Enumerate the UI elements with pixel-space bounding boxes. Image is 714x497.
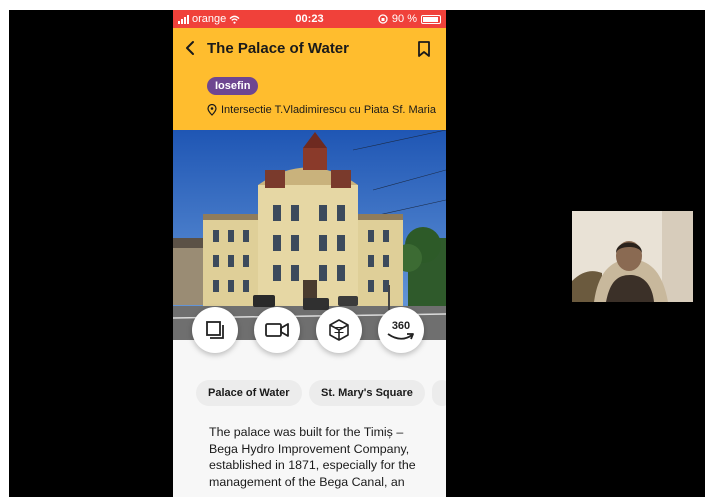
rotate-arrow-icon (387, 332, 414, 340)
panorama-360-button[interactable]: 360 (378, 307, 424, 353)
webcam-person-image (572, 211, 693, 302)
status-bar: orange 00:23 90 % (173, 10, 446, 28)
battery-icon (421, 14, 441, 24)
place-header: The Palace of Water Iosefin Intersectie … (173, 28, 446, 130)
back-arrow-icon[interactable] (182, 39, 200, 57)
bookmark-icon[interactable] (416, 40, 432, 58)
address-text: Intersectie T.Vladimirescu cu Piata Sf. … (221, 104, 436, 116)
place-description: The palace was built for the Timiș – Beg… (209, 425, 416, 489)
battery-percent: 90 % (391, 13, 417, 25)
chip-partial[interactable] (432, 380, 446, 406)
page-title: The Palace of Water (207, 40, 349, 57)
3d-cube-icon (329, 319, 349, 341)
chip-st-marys-square[interactable]: St. Mary's Square (309, 380, 425, 406)
neighborhood-tag[interactable]: Iosefin (207, 77, 259, 95)
chip-palace-of-water[interactable]: Palace of Water (196, 380, 302, 406)
gallery-icon (206, 321, 224, 339)
video-button[interactable] (254, 307, 300, 353)
video-camera-icon (265, 323, 289, 337)
panorama-label: 360 (391, 319, 411, 332)
location-pin-icon (207, 104, 217, 116)
webcam-thumbnail (572, 211, 693, 302)
address[interactable]: Intersectie T.Vladimirescu cu Piata Sf. … (207, 104, 436, 116)
gallery-button[interactable] (192, 307, 238, 353)
3d-model-button[interactable] (316, 307, 362, 353)
rotation-lock-icon (378, 14, 388, 24)
phone-screen: orange 00:23 90 % The Palace of Water Io… (173, 10, 446, 497)
